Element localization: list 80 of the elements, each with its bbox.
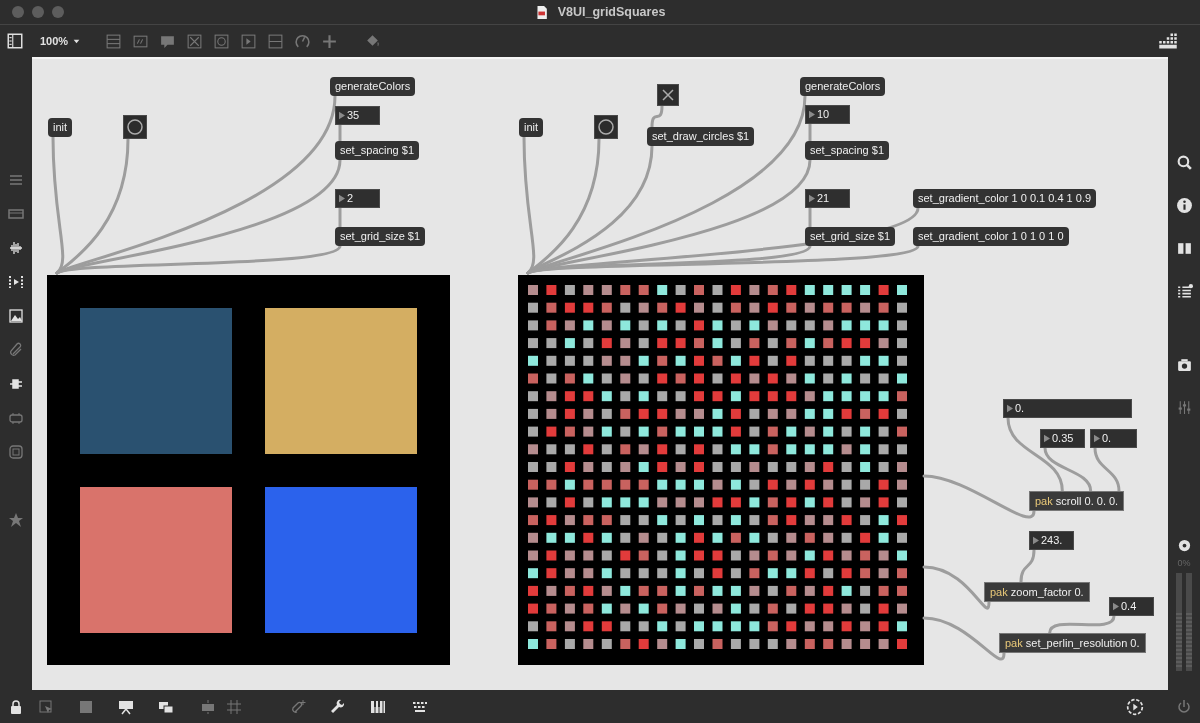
plus-icon[interactable] xyxy=(321,32,339,50)
window-control-button[interactable] xyxy=(32,6,44,18)
message-box[interactable]: set_spacing $1 xyxy=(805,141,889,160)
panel-icon[interactable] xyxy=(200,698,216,715)
object-box[interactable]: pak zoom_factor 0. xyxy=(984,582,1090,602)
play-icon[interactable] xyxy=(1126,697,1144,716)
window-title: V8UI_gridSquares xyxy=(557,3,666,21)
slider-icon[interactable] xyxy=(267,32,285,50)
columns-icon[interactable] xyxy=(1175,240,1193,257)
toggle[interactable] xyxy=(657,84,679,106)
search-icon[interactable] xyxy=(1175,154,1193,171)
dial-icon[interactable] xyxy=(294,32,312,50)
piano-icon[interactable] xyxy=(370,698,386,715)
presentation-icon[interactable] xyxy=(118,698,134,715)
power-icon[interactable] xyxy=(1176,698,1192,715)
patch-cord xyxy=(1048,614,1116,635)
list-icon[interactable] xyxy=(1175,283,1193,300)
triangle-icon xyxy=(339,111,345,120)
message-box[interactable]: set_gradient_color 1 0 0.1 0.4 1 0.9 xyxy=(913,189,1097,208)
message-box[interactable]: set_spacing $1 xyxy=(335,141,419,160)
disc-icon[interactable] xyxy=(1176,538,1192,553)
document-icon xyxy=(534,4,550,20)
image-icon[interactable] xyxy=(8,308,24,324)
panel-icon[interactable] xyxy=(8,206,24,222)
bang-button[interactable] xyxy=(123,115,147,139)
number-box[interactable]: 0. xyxy=(1090,429,1137,448)
object-box[interactable]: pak set_perlin_resolution 0. xyxy=(999,633,1146,653)
play-box-icon[interactable] xyxy=(240,32,258,50)
zoom-dropdown[interactable]: 100% xyxy=(40,32,82,50)
info-icon[interactable] xyxy=(1175,197,1193,214)
triangle-icon xyxy=(339,194,345,203)
plug-icon[interactable] xyxy=(8,376,24,392)
video-icon[interactable] xyxy=(8,274,24,290)
triangle-icon xyxy=(809,194,815,203)
triangle-icon xyxy=(1113,602,1119,611)
patch-cord xyxy=(922,565,991,610)
number-box[interactable]: 243. xyxy=(1029,531,1074,550)
triangle-icon xyxy=(1007,404,1013,413)
lock-icon[interactable] xyxy=(8,698,24,715)
number-box[interactable]: 2 xyxy=(335,189,380,208)
number-box[interactable]: 0. xyxy=(1003,399,1132,418)
triangle-icon xyxy=(1094,434,1100,443)
message-box[interactable]: init xyxy=(48,118,73,137)
square-icon[interactable] xyxy=(78,698,94,715)
number-box[interactable]: 0.4 xyxy=(1109,597,1154,616)
message-box[interactable]: init xyxy=(519,118,544,137)
message-box[interactable]: set_gradient_color 1 0 1 0 1 0 xyxy=(913,227,1069,246)
message-box[interactable]: set_grid_size $1 xyxy=(805,227,896,246)
bang-icon[interactable] xyxy=(213,32,231,50)
wrench-icon[interactable] xyxy=(330,698,346,715)
camera-icon[interactable] xyxy=(1175,356,1193,373)
triangle-icon xyxy=(1044,434,1050,443)
menu-icon[interactable] xyxy=(8,172,24,188)
select-icon[interactable] xyxy=(38,698,54,715)
message-box[interactable]: generateColors xyxy=(800,77,886,96)
bang-button[interactable] xyxy=(594,115,618,139)
number-box[interactable]: 35 xyxy=(335,106,380,125)
message-box[interactable]: set_grid_size $1 xyxy=(335,227,426,246)
window-control-button[interactable] xyxy=(52,6,64,18)
window-control-button[interactable] xyxy=(12,6,24,18)
star-icon[interactable] xyxy=(8,512,24,528)
attach-icon[interactable] xyxy=(290,698,306,715)
circle-icon xyxy=(595,116,617,138)
toggle-icon[interactable] xyxy=(186,32,204,50)
patch-cord xyxy=(1019,548,1036,584)
loop-icon[interactable] xyxy=(8,410,24,426)
sidebar-toggle-icon[interactable] xyxy=(6,32,24,50)
message-box[interactable]: set_draw_circles $1 xyxy=(647,127,755,146)
grid-icon[interactable] xyxy=(1158,31,1178,51)
waveform-icon[interactable] xyxy=(8,240,24,256)
object-box[interactable]: pak scroll 0. 0. 0. xyxy=(1029,491,1125,511)
triangle-icon xyxy=(1033,536,1039,545)
number-box[interactable]: 10 xyxy=(805,105,850,124)
number-box[interactable]: 21 xyxy=(805,189,850,208)
square-icon[interactable] xyxy=(8,444,24,460)
message-box[interactable]: generateColors xyxy=(330,77,416,96)
paperclip-icon[interactable] xyxy=(8,342,24,358)
number-box[interactable]: 0.35 xyxy=(1040,429,1085,448)
circle-icon xyxy=(124,116,146,138)
triangle-icon xyxy=(809,110,815,119)
